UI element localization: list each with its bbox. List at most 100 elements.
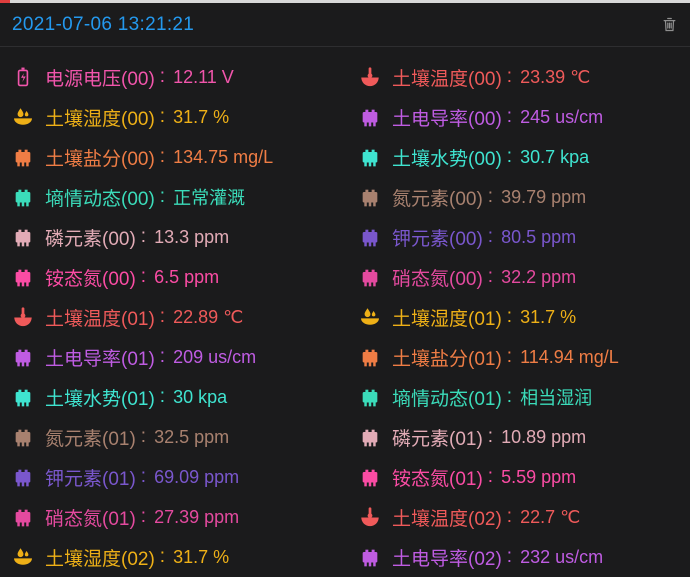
chip-icon bbox=[359, 546, 381, 568]
chip-icon bbox=[12, 226, 34, 248]
thermometer-icon bbox=[12, 306, 34, 328]
sensor-value: 245 us/cm bbox=[520, 107, 603, 128]
sensor-value: 10.89 ppm bbox=[501, 427, 586, 448]
chip-icon bbox=[12, 426, 34, 448]
sensor-colon: : bbox=[488, 426, 493, 448]
sensor-label: 电源电压(00) bbox=[45, 64, 155, 91]
sensor-colon: : bbox=[160, 346, 165, 368]
sensor-colon: : bbox=[488, 466, 493, 488]
chip-icon bbox=[12, 266, 34, 288]
sensor-colon: : bbox=[141, 506, 146, 528]
sensor-value: 12.11 V bbox=[173, 67, 234, 88]
sensor-label: 土电导率(00) bbox=[392, 104, 502, 131]
sensor-colon: : bbox=[141, 466, 146, 488]
sensor-value: 232 us/cm bbox=[520, 547, 603, 568]
sensor-value: 31.7 % bbox=[520, 307, 576, 328]
chip-icon bbox=[359, 346, 381, 368]
sensor-colon: : bbox=[160, 146, 165, 168]
sensor-row: 电源电压(00):12.11 V bbox=[12, 57, 351, 97]
humidity-icon bbox=[12, 546, 34, 568]
sensor-row: 土壤湿度(00):31.7 % bbox=[12, 97, 351, 137]
sensor-label: 土壤湿度(00) bbox=[45, 104, 155, 131]
sensor-row: 土壤温度(02):22.7 ℃ bbox=[351, 497, 690, 537]
sensor-label: 磷元素(01) bbox=[392, 424, 483, 451]
sensor-row: 土壤盐分(01):114.94 mg/L bbox=[351, 337, 690, 377]
sensor-value: 30.7 kpa bbox=[520, 147, 589, 168]
sensor-value: 31.7 % bbox=[173, 547, 229, 568]
timestamp: 2021-07-06 13:21:21 bbox=[12, 14, 194, 36]
chip-icon bbox=[359, 186, 381, 208]
sensor-colon: : bbox=[141, 426, 146, 448]
chip-icon bbox=[359, 106, 381, 128]
thermometer-icon bbox=[359, 506, 381, 528]
sensor-label: 土壤盐分(00) bbox=[45, 144, 155, 171]
battery-charging-icon bbox=[12, 66, 34, 88]
sensor-value: 32.2 ppm bbox=[501, 267, 576, 288]
sensor-value: 39.79 ppm bbox=[501, 187, 586, 208]
sensor-row: 铵态氮(00):6.5 ppm bbox=[12, 257, 351, 297]
sensor-colon: : bbox=[141, 226, 146, 248]
sensor-row: 土电导率(01):209 us/cm bbox=[12, 337, 351, 377]
humidity-icon bbox=[12, 106, 34, 128]
sensor-row: 土壤湿度(01):31.7 % bbox=[351, 297, 690, 337]
sensor-label: 钾元素(00) bbox=[392, 224, 483, 251]
sensor-label: 磷元素(00) bbox=[45, 224, 136, 251]
humidity-icon bbox=[359, 306, 381, 328]
chip-icon bbox=[359, 426, 381, 448]
thermometer-icon bbox=[359, 66, 381, 88]
sensor-row: 土壤温度(01):22.89 ℃ bbox=[12, 297, 351, 337]
sensor-value: 69.09 ppm bbox=[154, 467, 239, 488]
sensor-label: 氮元素(01) bbox=[45, 424, 136, 451]
chip-icon bbox=[12, 186, 34, 208]
sensor-colon: : bbox=[488, 266, 493, 288]
sensor-colon: : bbox=[507, 386, 512, 408]
sensor-label: 铵态氮(01) bbox=[392, 464, 483, 491]
sensor-value: 114.94 mg/L bbox=[520, 347, 619, 368]
chip-icon bbox=[12, 386, 34, 408]
sensor-value: 正常灌溉 bbox=[173, 184, 245, 210]
top-strip-light-segment bbox=[10, 0, 690, 3]
sensor-label: 土壤湿度(02) bbox=[45, 544, 155, 571]
header-bar: 2021-07-06 13:21:21 bbox=[0, 3, 690, 47]
sensor-row: 土电导率(02):232 us/cm bbox=[351, 537, 690, 577]
top-strip-red-segment bbox=[0, 0, 10, 3]
sensor-colon: : bbox=[160, 306, 165, 328]
sensor-label: 钾元素(01) bbox=[45, 464, 136, 491]
sensor-row: 硝态氮(00):32.2 ppm bbox=[351, 257, 690, 297]
sensor-colon: : bbox=[488, 186, 493, 208]
sensor-label: 土壤水势(01) bbox=[45, 384, 155, 411]
sensor-value: 13.3 ppm bbox=[154, 227, 229, 248]
chip-icon bbox=[359, 146, 381, 168]
chip-icon bbox=[359, 226, 381, 248]
sensor-row: 氮元素(00):39.79 ppm bbox=[351, 177, 690, 217]
sensor-label: 硝态氮(01) bbox=[45, 504, 136, 531]
chip-icon bbox=[359, 266, 381, 288]
sensor-colon: : bbox=[507, 66, 512, 88]
sensor-value: 27.39 ppm bbox=[154, 507, 239, 528]
sensor-colon: : bbox=[507, 346, 512, 368]
trash-icon[interactable] bbox=[661, 16, 678, 33]
sensor-colon: : bbox=[141, 266, 146, 288]
top-progress-strip bbox=[0, 0, 690, 3]
sensor-value: 80.5 ppm bbox=[501, 227, 576, 248]
sensor-label: 土壤湿度(01) bbox=[392, 304, 502, 331]
sensor-value: 31.7 % bbox=[173, 107, 229, 128]
sensor-colon: : bbox=[160, 66, 165, 88]
sensor-value: 30 kpa bbox=[173, 387, 227, 408]
sensor-value: 32.5 ppm bbox=[154, 427, 229, 448]
sensor-colon: : bbox=[507, 546, 512, 568]
sensor-row: 土壤盐分(00):134.75 mg/L bbox=[12, 137, 351, 177]
sensor-row: 土电导率(00):245 us/cm bbox=[351, 97, 690, 137]
sensor-colon: : bbox=[507, 306, 512, 328]
sensor-label: 墒情动态(00) bbox=[45, 184, 155, 211]
sensor-label: 铵态氮(00) bbox=[45, 264, 136, 291]
chip-icon bbox=[12, 146, 34, 168]
sensor-colon: : bbox=[488, 226, 493, 248]
sensor-colon: : bbox=[160, 546, 165, 568]
sensor-row: 土壤湿度(02):31.7 % bbox=[12, 537, 351, 577]
sensor-label: 土电导率(01) bbox=[45, 344, 155, 371]
sensor-row: 土壤水势(01):30 kpa bbox=[12, 377, 351, 417]
sensor-colon: : bbox=[160, 106, 165, 128]
chip-icon bbox=[12, 506, 34, 528]
sensor-value: 134.75 mg/L bbox=[173, 147, 273, 168]
